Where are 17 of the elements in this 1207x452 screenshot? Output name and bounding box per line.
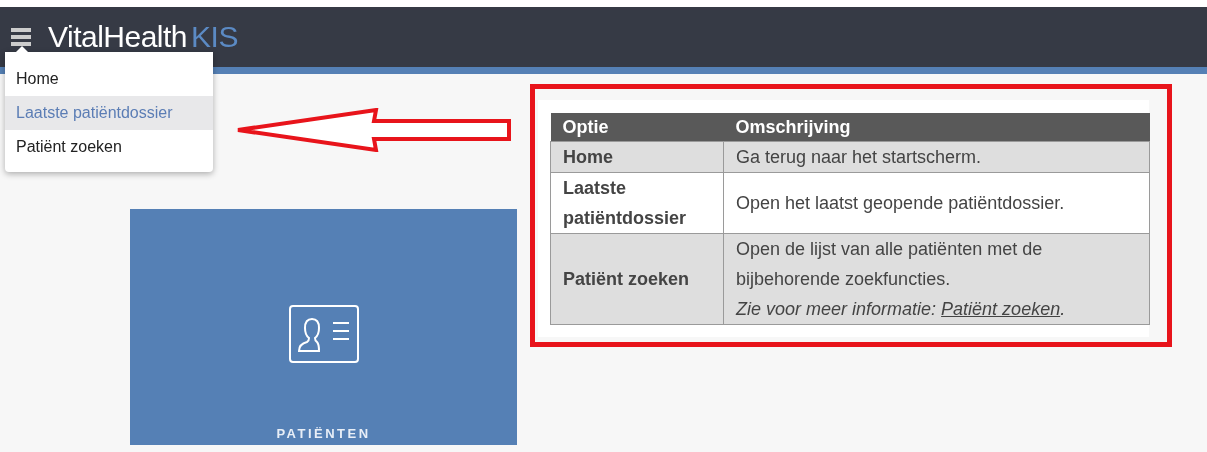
table-cell: Patiënt zoeken xyxy=(550,233,724,325)
app-logo: VitalHealth KIS xyxy=(48,20,238,54)
table-cell: Laatste patiëntdossier xyxy=(550,172,724,234)
table-cell: Ga terug naar het startscherm. xyxy=(723,141,1150,173)
menu-item[interactable]: Patiënt zoeken xyxy=(5,130,213,164)
patients-tile[interactable]: PATIËNTEN xyxy=(130,209,517,445)
menu-icon[interactable] xyxy=(10,27,32,47)
table-cell: Home xyxy=(550,141,724,173)
menu-item[interactable]: Home xyxy=(5,62,213,96)
reference-link[interactable]: Patiënt zoeken xyxy=(941,299,1061,319)
table-cell: Open het laatst geopende patiëntdossier. xyxy=(723,172,1150,234)
reference-note: Zie voor meer informatie: Patiënt zoeken. xyxy=(736,298,1067,321)
table-cell-text: Open de lijst van alle patiënten met de bijbehorende zoekfuncties. xyxy=(736,238,1044,291)
column-header: Optie xyxy=(550,113,724,142)
column-header: Omschrijving xyxy=(723,113,1150,142)
id-card-icon xyxy=(288,305,359,363)
tile-label: PATIËNTEN xyxy=(276,426,371,443)
